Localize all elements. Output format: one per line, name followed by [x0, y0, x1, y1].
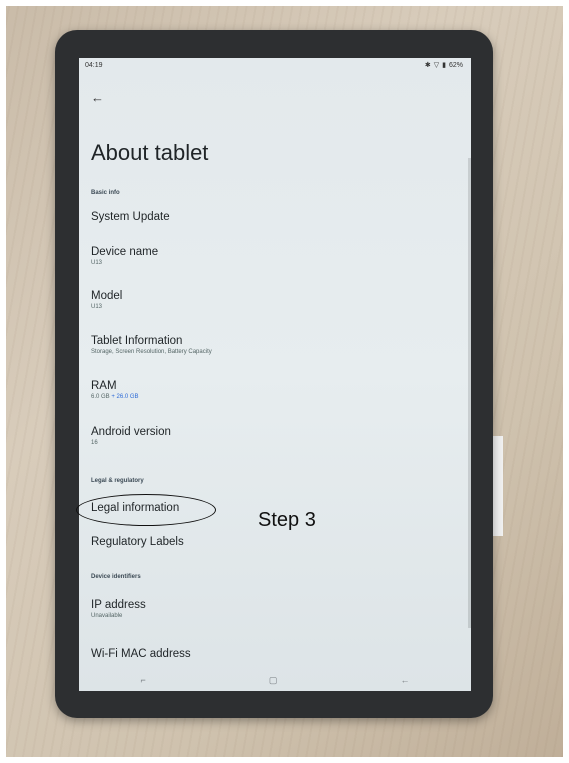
recents-icon[interactable]: ⌐ [141, 675, 146, 685]
item-title: Wi-Fi MAC address [91, 648, 191, 660]
tablet-information-item[interactable]: Tablet Information Storage, Screen Resol… [91, 335, 212, 355]
model-item[interactable]: Model U13 [91, 290, 122, 310]
back-icon[interactable]: ← [400, 675, 409, 685]
step-annotation: Step 3 [258, 509, 316, 531]
battery-percent: 62% [448, 61, 463, 69]
item-title: RAM [91, 380, 117, 392]
android-version-item[interactable]: Android version 16 [91, 426, 171, 446]
wifi-mac-address-item[interactable]: Wi-Fi MAC address [91, 648, 191, 660]
back-arrow-icon[interactable]: ← [91, 90, 104, 105]
item-sub: Unavailable [91, 613, 123, 619]
status-time: 04:19 [85, 62, 103, 69]
status-icons: ✱ ▽ ▮ 62% [424, 61, 463, 70]
item-sub: 16 [91, 440, 98, 446]
section-legal: Legal & regulatory [91, 478, 144, 484]
scrollbar[interactable] [468, 158, 471, 628]
status-bar: 04:19 ✱ ▽ ▮ 62% [79, 58, 471, 76]
regulatory-labels-item[interactable]: Regulatory Labels [91, 536, 184, 548]
navigation-bar: ⌐ ▢ ← [79, 669, 471, 691]
ram-item[interactable]: RAM 6.0 GB + 26.0 GB [91, 380, 139, 400]
ram-base: 6.0 GB [91, 394, 112, 400]
item-title: Tablet Information [91, 335, 183, 347]
item-sub: 6.0 GB + 26.0 GB [91, 394, 139, 400]
wifi-icon: ▽ [433, 62, 440, 69]
item-sub: U13 [91, 260, 103, 266]
section-device-identifiers: Device identifiers [91, 574, 141, 580]
ram-extension: + 26.0 GB [111, 394, 139, 400]
highlight-ellipse [76, 494, 216, 526]
item-sub: Storage, Screen Resolution, Battery Capa… [91, 349, 212, 355]
item-title: Model [91, 290, 123, 302]
section-basic-info: Basic info [91, 190, 120, 196]
battery-icon: ▮ [442, 62, 446, 69]
bluetooth-icon: ✱ [424, 62, 431, 69]
item-sub: U13 [91, 304, 103, 310]
item-title: Device name [91, 246, 159, 258]
tablet-screen: 04:19 ✱ ▽ ▮ 62% ← About tablet Basic inf… [79, 58, 471, 691]
system-update-item[interactable]: System Update [91, 211, 170, 223]
page-title: About tablet [91, 140, 209, 165]
item-title: IP address [91, 599, 146, 611]
device-name-item[interactable]: Device name U13 [91, 246, 158, 266]
home-icon[interactable]: ▢ [269, 675, 278, 686]
tablet-device: 04:19 ✱ ▽ ▮ 62% ← About tablet Basic inf… [55, 30, 493, 718]
item-title: Android version [91, 426, 171, 438]
ip-address-item[interactable]: IP address Unavailable [91, 599, 146, 619]
item-title: System Update [91, 211, 170, 223]
item-title: Regulatory Labels [91, 536, 184, 548]
